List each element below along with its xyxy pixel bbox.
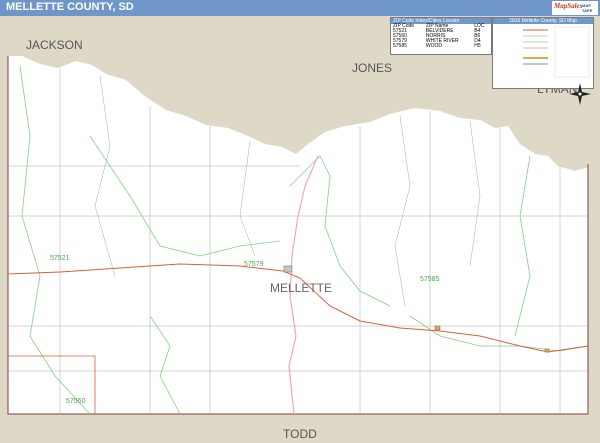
title-bar: MELLETTE COUNTY, SD: [0, 0, 600, 16]
logo-text: MapSales: [554, 2, 583, 10]
compass-rose-icon: [569, 83, 591, 105]
town-wood[interactable]: [434, 325, 441, 331]
zip-table: ZIP Code ZIP Name LOC 57521 BELVIDERE B4 5…: [391, 24, 491, 49]
zip-index-table: ZIP Code Index/Cities Locator ZIP Code Z…: [390, 17, 492, 55]
town-white-river[interactable]: [283, 265, 293, 273]
neighbor-label-todd: TODD: [283, 427, 317, 441]
neighbor-area-east: [588, 164, 600, 443]
logo-sub: MAP TAPE: [582, 3, 593, 13]
neighbor-label-jackson: JACKSON: [26, 38, 83, 52]
zip-name-cell: WOOD: [425, 43, 442, 49]
legend-scale-frame: [554, 26, 590, 78]
zip-label-57560: 57560: [66, 398, 86, 405]
neighbor-label-jones: JONES: [352, 61, 392, 75]
loc-cell: H5: [474, 43, 481, 49]
neighbor-area-west: [0, 56, 8, 418]
map-legend: 2016 Mellette County, SD Map: [492, 17, 594, 89]
legend-swatches: [523, 26, 590, 78]
page-title: MELLETTE COUNTY, SD: [6, 1, 134, 13]
zip-label-57585: 57585: [420, 276, 440, 283]
town-norris[interactable]: [544, 348, 550, 353]
logo-icon: MapSales MAP TAPE: [552, 1, 598, 15]
table-row[interactable]: 57585 WOOD H5: [391, 44, 491, 49]
zip-code-cell: 57585: [393, 43, 407, 49]
zip-label-57521: 57521: [50, 255, 70, 262]
county-label: MELLETTE: [270, 281, 332, 295]
zip-label-57579: 57579: [244, 261, 264, 268]
